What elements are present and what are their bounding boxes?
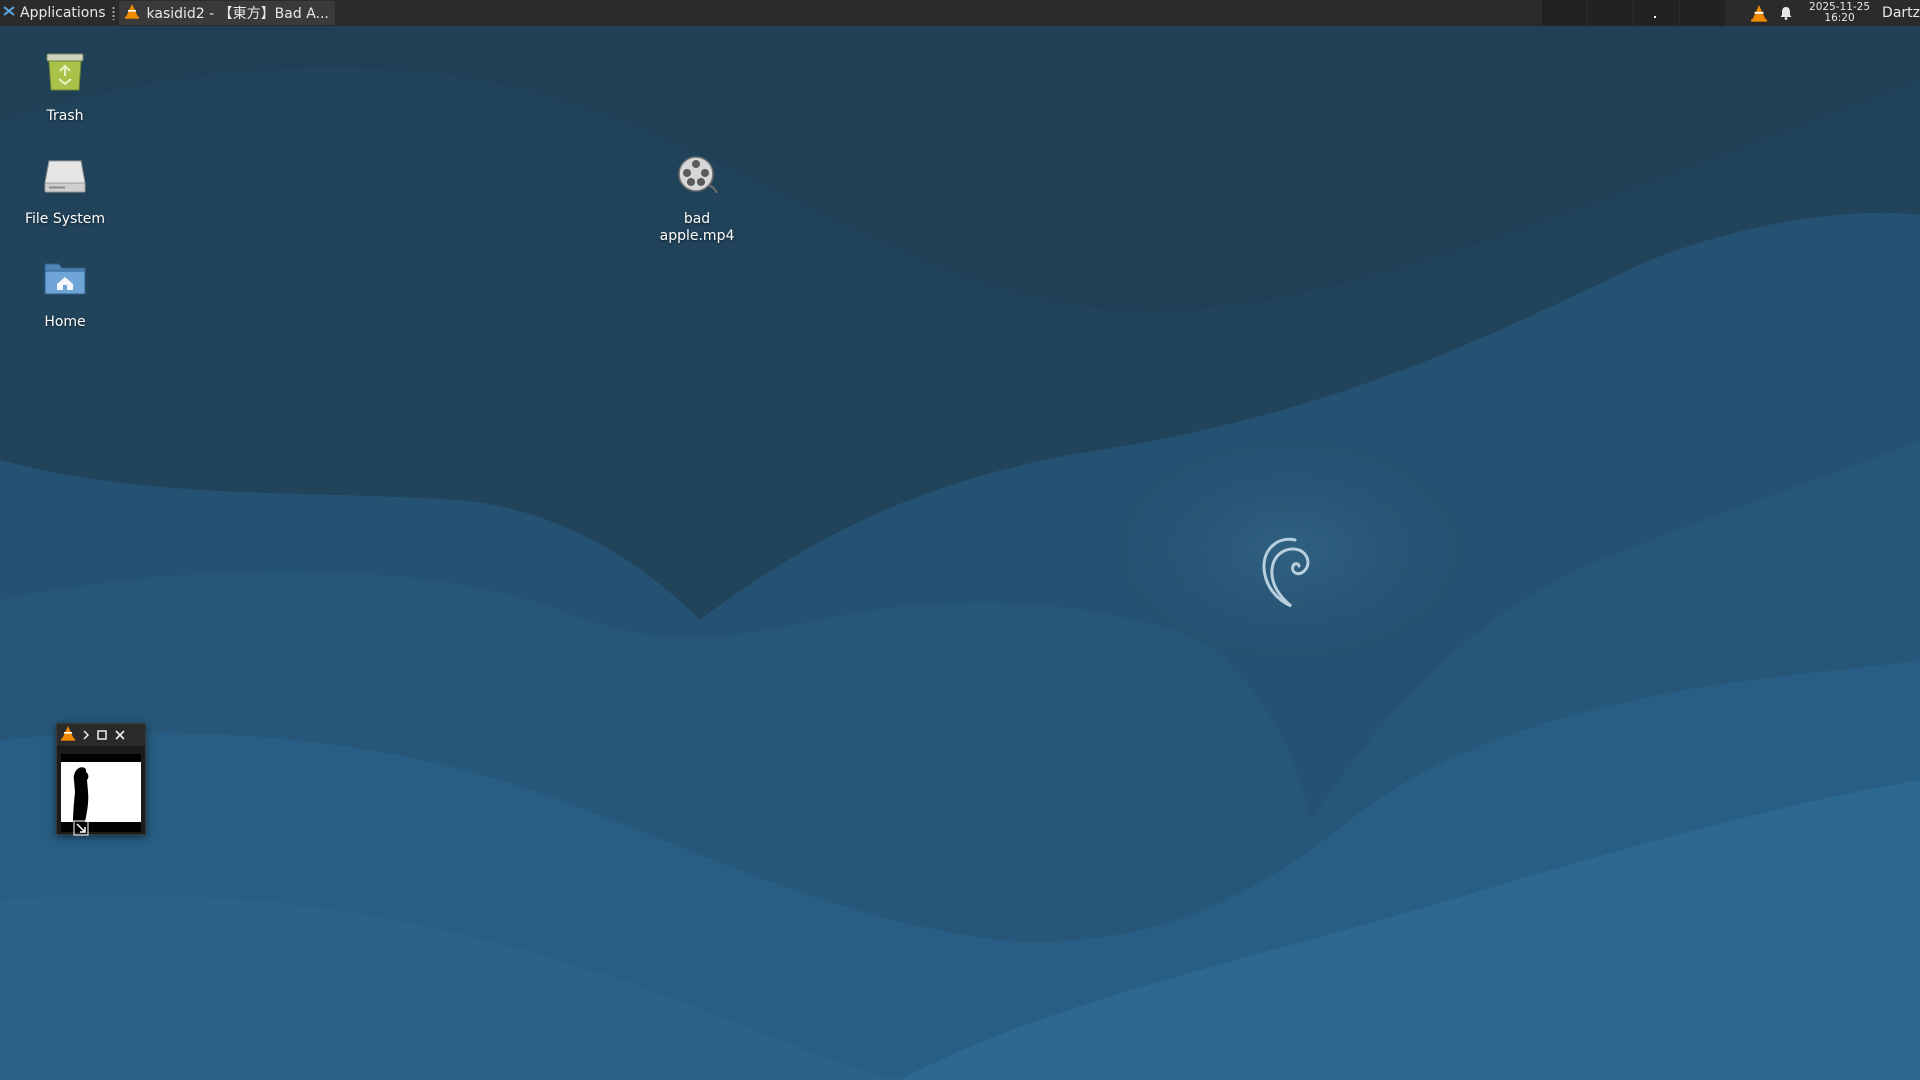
vlc-titlebar[interactable] bbox=[57, 724, 145, 746]
system-tray bbox=[1745, 0, 1799, 26]
drive-icon bbox=[37, 147, 93, 203]
desktop-icon-label: bad apple.mp4 bbox=[660, 211, 735, 245]
desktop-icon-filesystem[interactable]: File System bbox=[5, 147, 125, 228]
clock[interactable]: 2025-11-25 16:20 bbox=[1809, 2, 1870, 24]
workspace-switcher[interactable] bbox=[1541, 0, 1726, 26]
workspace-2[interactable] bbox=[1587, 0, 1634, 26]
vlc-icon bbox=[61, 725, 75, 745]
clock-time: 16:20 bbox=[1824, 12, 1855, 24]
wallpaper bbox=[0, 0, 1920, 1080]
applications-label: Applications bbox=[20, 5, 106, 21]
video-filename-line-2: apple.mp4 bbox=[659, 228, 735, 244]
home-folder-icon bbox=[37, 250, 93, 306]
trash-icon bbox=[37, 44, 93, 100]
resize-cursor-icon bbox=[73, 820, 89, 836]
desktop-icon-home[interactable]: Home bbox=[5, 250, 125, 331]
workspace-3[interactable] bbox=[1633, 0, 1680, 26]
notification-bell-icon[interactable] bbox=[1779, 6, 1793, 20]
vlc-icon bbox=[124, 3, 139, 23]
window-marker bbox=[1654, 16, 1657, 18]
close-icon[interactable] bbox=[115, 730, 125, 740]
desktop-icon-video-file[interactable]: bad apple.mp4 bbox=[637, 147, 757, 245]
minimize-icon[interactable] bbox=[83, 730, 89, 740]
desktop[interactable]: Applications kasidid2 - 【東方】Bad A... 202… bbox=[0, 0, 1920, 1080]
desktop-icon-label: Home bbox=[44, 314, 86, 330]
taskbar-button-vlc[interactable]: kasidid2 - 【東方】Bad A... bbox=[118, 1, 335, 25]
user-menu[interactable]: Dartz bbox=[1882, 5, 1920, 21]
vlc-mini-window[interactable] bbox=[56, 723, 146, 836]
desktop-icon-trash[interactable]: Trash bbox=[5, 44, 125, 125]
maximize-icon[interactable] bbox=[97, 730, 107, 740]
top-panel: Applications kasidid2 - 【東方】Bad A... 202… bbox=[0, 0, 1920, 26]
desktop-icon-label: Trash bbox=[46, 108, 84, 124]
video-reel-icon bbox=[669, 147, 725, 203]
applications-menu-button[interactable]: Applications bbox=[0, 0, 110, 26]
workspace-1[interactable] bbox=[1541, 0, 1588, 26]
video-frame bbox=[61, 762, 141, 822]
debian-swirl-logo bbox=[1262, 537, 1310, 608]
video-filename-line-1: bad bbox=[683, 211, 711, 227]
taskbar-button-title: kasidid2 - 【東方】Bad A... bbox=[146, 6, 329, 22]
tray-vlc-icon[interactable] bbox=[1751, 4, 1767, 22]
silhouette-figure bbox=[73, 767, 89, 822]
panel-separator-handle[interactable] bbox=[111, 6, 115, 20]
desktop-icon-label: File System bbox=[24, 211, 106, 227]
applications-icon bbox=[2, 4, 16, 22]
workspace-4[interactable] bbox=[1679, 0, 1726, 26]
